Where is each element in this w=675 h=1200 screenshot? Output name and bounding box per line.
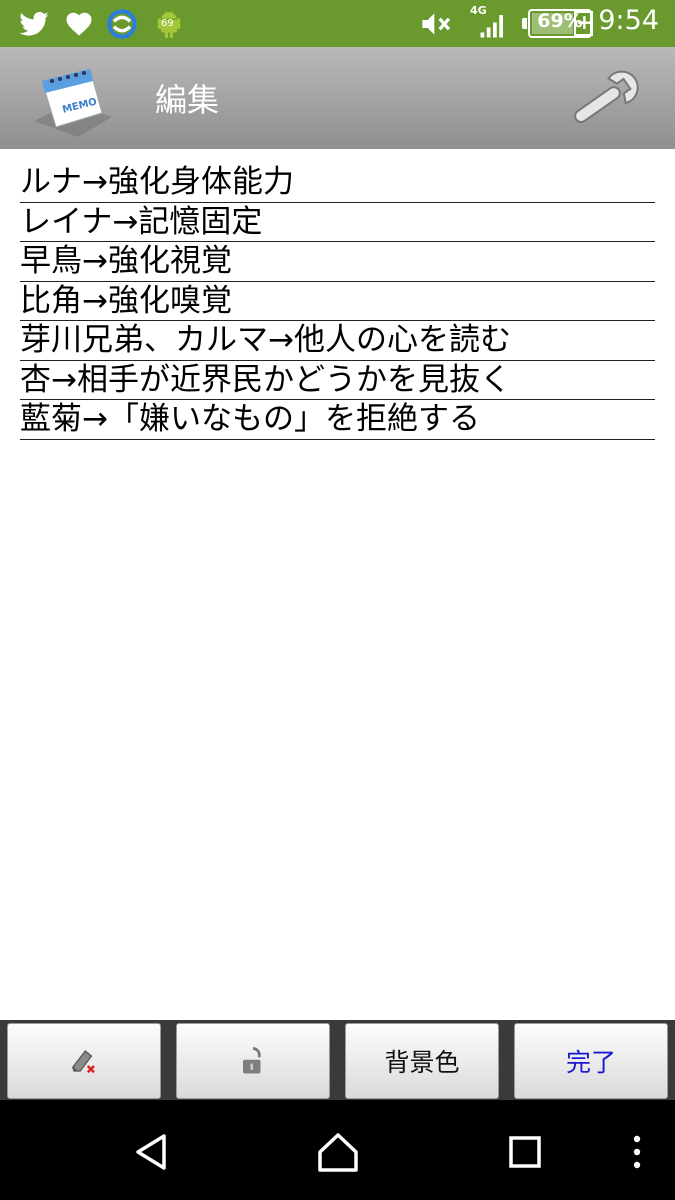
memo-line[interactable]: ルナ→強化身体能力 (20, 163, 655, 203)
twitter-icon (19, 11, 49, 36)
status-bar: 69 4G 69% + 9:54 (0, 0, 675, 47)
back-icon[interactable] (130, 1130, 174, 1174)
memo-line[interactable]: 藍菊→「嫌いなもの」を拒絶する (20, 400, 655, 440)
background-color-button[interactable]: 背景色 (345, 1023, 499, 1099)
bottom-toolbar: 背景色 完了 (0, 1020, 675, 1100)
action-bar: MEMO 編集 (0, 47, 675, 149)
memo-line[interactable]: 早鳥→強化視覚 (20, 242, 655, 282)
navigation-bar (0, 1100, 675, 1200)
page-title: 編集 (155, 81, 220, 119)
lock-button[interactable] (176, 1023, 330, 1099)
memo-line[interactable]: 杏→相手が近界民かどうかを見抜く (20, 361, 655, 400)
memo-line[interactable]: 比角→強化嗅覚 (20, 282, 655, 321)
unlock-icon (243, 1047, 261, 1074)
recent-apps-icon[interactable] (503, 1130, 547, 1174)
mute-icon (422, 13, 451, 35)
charging-plus-icon: + (574, 10, 593, 36)
memo-line[interactable]: レイナ→記憶固定 (20, 203, 655, 242)
memo-text-area[interactable]: ルナ→強化身体能力 レイナ→記憶固定 早鳥→強化視覚 比角→強化嗅覚 芽川兄弟、… (20, 163, 655, 440)
memo-app-icon[interactable]: MEMO (30, 63, 114, 139)
home-icon[interactable] (316, 1130, 360, 1174)
notification-badge: 69 (161, 18, 174, 29)
eraser-icon (72, 1050, 95, 1074)
sync-icon (107, 9, 137, 39)
signal-icon (480, 15, 503, 38)
done-button[interactable]: 完了 (514, 1023, 668, 1099)
memo-line[interactable]: 芽川兄弟、カルマ→他人の心を読む (20, 321, 655, 361)
clear-button[interactable] (7, 1023, 161, 1099)
wrench-icon[interactable] (560, 61, 648, 139)
heart-icon (66, 12, 92, 36)
more-options-icon[interactable] (615, 1130, 659, 1174)
clock: 9:54 (598, 5, 659, 36)
